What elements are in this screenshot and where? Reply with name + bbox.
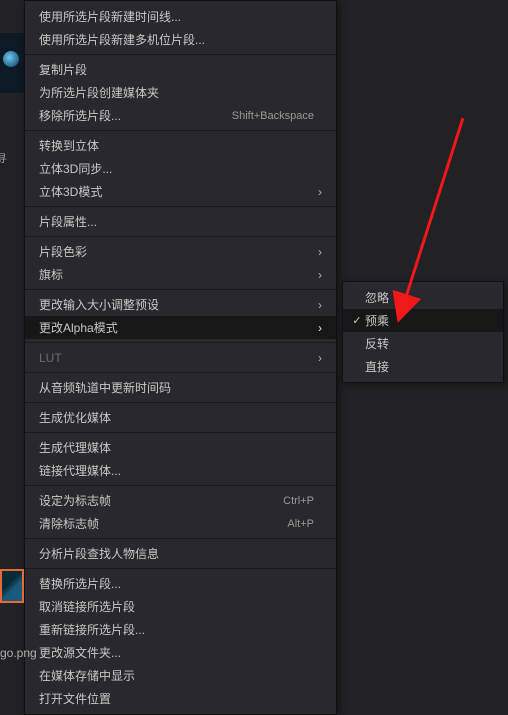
menu-item-label: 生成优化媒体 (39, 409, 322, 426)
menu-separator (25, 342, 336, 343)
menu-item-label: 分析片段查找人物信息 (39, 545, 322, 562)
menu-item[interactable]: 复制片段 (25, 58, 336, 81)
alpha-mode-submenu: 忽略✓预乘反转直接 (342, 281, 504, 383)
menu-item-label: LUT (39, 351, 318, 365)
submenu-item[interactable]: 直接 (343, 355, 503, 378)
chevron-right-icon: › (318, 351, 322, 365)
chevron-right-icon: › (318, 245, 322, 259)
menu-item-label: 片段属性... (39, 213, 322, 230)
menu-item[interactable]: 更改Alpha模式› (25, 316, 336, 339)
context-menu: 使用所选片段新建时间线... 使用所选片段新建多机位片段... 复制片段为所选片段创… (24, 0, 337, 715)
check-icon: ✓ (349, 314, 365, 327)
menu-item-label: 立体3D模式 (39, 183, 318, 200)
chevron-right-icon: › (318, 321, 322, 335)
menu-item[interactable]: 片段属性... (25, 210, 336, 233)
menu-item[interactable]: 使用所选片段新建多机位片段... (25, 28, 336, 51)
menu-item[interactable]: 清除标志帧Alt+P (25, 512, 336, 535)
menu-item[interactable]: 分析片段查找人物信息 (25, 542, 336, 565)
menu-item-label: 旗标 (39, 266, 318, 283)
menu-item[interactable]: 为所选片段创建媒体夹 (25, 81, 336, 104)
menu-item-label: 在媒体存储中显示 (39, 667, 322, 684)
menu-item-label: 转换到立体 (39, 137, 322, 154)
menu-item[interactable]: 转换到立体 (25, 134, 336, 157)
menu-item-label: 移除所选片段... (39, 107, 232, 124)
menu-item-label: 更改源文件夹... (39, 644, 322, 661)
menu-separator (25, 289, 336, 290)
menu-item[interactable]: 更改输入大小调整预设› (25, 293, 336, 316)
filename-label: go.png (0, 646, 37, 660)
menu-item-label: 更改Alpha模式 (39, 319, 318, 336)
menu-item-label: 片段色彩 (39, 243, 318, 260)
submenu-item-label: 预乘 (365, 312, 489, 329)
menu-item[interactable]: 取消链接所选片段 (25, 595, 336, 618)
menu-item[interactable]: 片段色彩› (25, 240, 336, 263)
menu-item[interactable]: 替换所选片段... (25, 572, 336, 595)
submenu-item[interactable]: 反转 (343, 332, 503, 355)
menu-item[interactable]: 使用所选片段新建时间线... (25, 5, 336, 28)
menu-item-label: 生成代理媒体 (39, 439, 322, 456)
menu-item: LUT› (25, 346, 336, 369)
menu-item[interactable]: 移除所选片段...Shift+Backspace (25, 104, 336, 127)
menu-item[interactable]: 旗标› (25, 263, 336, 286)
menu-item-shortcut: Alt+P (287, 518, 314, 530)
chevron-right-icon: › (318, 298, 322, 312)
thumbnail-preview (0, 33, 24, 93)
menu-item[interactable]: 立体3D同步... (25, 157, 336, 180)
menu-separator (25, 432, 336, 433)
menu-item-shortcut: Shift+Backspace (232, 110, 314, 122)
menu-separator (25, 206, 336, 207)
menu-item-label: 替换所选片段... (39, 575, 322, 592)
side-label: 寻 (0, 150, 7, 166)
menu-item-label: 从音频轨道中更新时间码 (39, 379, 322, 396)
menu-item-label: 复制片段 (39, 61, 322, 78)
menu-item[interactable]: 打开文件位置 (25, 687, 336, 710)
menu-item[interactable]: 更改源文件夹... (25, 641, 336, 664)
menu-separator (25, 538, 336, 539)
menu-item-label: 设定为标志帧 (39, 492, 283, 509)
menu-item[interactable]: 重新链接所选片段... (25, 618, 336, 641)
submenu-item[interactable]: ✓预乘 (343, 309, 503, 332)
submenu-item-label: 忽略 (365, 289, 489, 306)
menu-item-label: 使用所选片段新建时间线... (39, 8, 322, 25)
menu-separator (25, 402, 336, 403)
menu-item-label: 更改输入大小调整预设 (39, 296, 318, 313)
chevron-right-icon: › (318, 185, 322, 199)
menu-item-label: 重新链接所选片段... (39, 621, 322, 638)
submenu-item-label: 反转 (365, 335, 489, 352)
menu-item-label: 使用所选片段新建多机位片段... (39, 31, 322, 48)
menu-separator (25, 130, 336, 131)
selected-clip-thumbnail[interactable] (0, 569, 24, 603)
menu-separator (25, 568, 336, 569)
menu-item-label: 清除标志帧 (39, 515, 287, 532)
menu-item-label: 取消链接所选片段 (39, 598, 322, 615)
menu-item[interactable]: 从音频轨道中更新时间码 (25, 376, 336, 399)
menu-item-label: 打开文件位置 (39, 690, 322, 707)
submenu-item-label: 直接 (365, 358, 489, 375)
menu-separator (25, 372, 336, 373)
submenu-item[interactable]: 忽略 (343, 286, 503, 309)
menu-item-label: 链接代理媒体... (39, 462, 322, 479)
menu-item[interactable]: 生成优化媒体 (25, 406, 336, 429)
menu-item[interactable]: 设定为标志帧Ctrl+P (25, 489, 336, 512)
menu-separator (25, 236, 336, 237)
chevron-right-icon: › (318, 268, 322, 282)
menu-item[interactable]: 立体3D模式› (25, 180, 336, 203)
menu-item[interactable]: 生成代理媒体 (25, 436, 336, 459)
menu-separator (25, 485, 336, 486)
menu-item[interactable]: 在媒体存储中显示 (25, 664, 336, 687)
menu-separator (25, 54, 336, 55)
menu-item[interactable]: 链接代理媒体... (25, 459, 336, 482)
menu-item-label: 为所选片段创建媒体夹 (39, 84, 322, 101)
menu-item-shortcut: Ctrl+P (283, 495, 314, 507)
menu-item-label: 立体3D同步... (39, 160, 322, 177)
